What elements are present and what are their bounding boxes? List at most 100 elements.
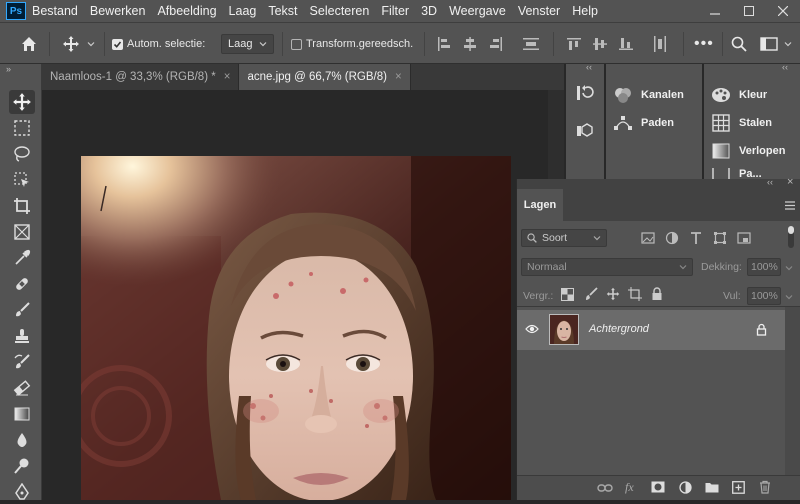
lock-artboard-icon[interactable] [628, 287, 642, 301]
close-icon[interactable]: × [224, 71, 231, 83]
brush-tool-icon[interactable] [9, 298, 35, 322]
distribute-vertical-icon[interactable] [652, 23, 668, 65]
align-vcenter-icon[interactable] [592, 23, 608, 65]
menu-selecteren[interactable]: Selecteren [304, 0, 376, 22]
collapse-icon[interactable]: ‹‹ [782, 62, 788, 72]
adjustment-layer-icon[interactable] [679, 481, 692, 494]
tab-acne-jpg[interactable]: acne.jpg @ 66,7% (RGB/8) × [239, 64, 411, 90]
panel-channels[interactable]: Kanalen [613, 85, 684, 105]
close-icon[interactable]: × [395, 71, 402, 83]
close-icon[interactable]: × [787, 176, 793, 188]
filter-type-icon[interactable] [689, 231, 703, 245]
filter-adjustment-icon[interactable] [665, 231, 679, 245]
link-layers-icon[interactable] [597, 482, 613, 494]
layer-name[interactable]: Achtergrond [589, 323, 649, 335]
workspace-switcher-icon[interactable] [760, 23, 792, 65]
more-options-button[interactable]: ••• [694, 23, 714, 65]
menu-3d[interactable]: 3D [415, 0, 443, 22]
frame-tool-icon[interactable] [9, 220, 35, 244]
delete-layer-icon[interactable] [759, 480, 771, 494]
lock-all-icon[interactable] [651, 287, 663, 301]
align-hcenter-icon[interactable] [462, 23, 478, 65]
layers-scrollbar[interactable] [785, 307, 800, 475]
crop-tool-icon[interactable] [9, 194, 35, 218]
new-group-icon[interactable] [705, 482, 719, 493]
fill-value: 100% [751, 290, 778, 302]
blur-tool-icon[interactable] [9, 428, 35, 452]
pen-tool-icon[interactable] [9, 480, 35, 504]
history-brush-tool-icon[interactable] [9, 350, 35, 374]
fx-icon[interactable]: fx [625, 480, 634, 495]
tab-layers[interactable]: Lagen [517, 189, 563, 221]
home-icon[interactable] [20, 23, 38, 65]
history-icon[interactable] [576, 84, 594, 102]
auto-select-target-dropdown[interactable]: Laag [221, 23, 274, 65]
minimize-icon[interactable] [698, 0, 732, 22]
panel-swatches[interactable]: Stalen [711, 113, 772, 133]
chevron-down-icon [785, 295, 793, 300]
auto-select-checkbox[interactable]: Autom. selectie: [112, 23, 205, 65]
filter-toggle-switch[interactable] [788, 226, 794, 248]
add-mask-icon[interactable] [651, 481, 665, 493]
menu-weergave[interactable]: Weergave [443, 0, 512, 22]
3d-icon[interactable] [576, 122, 594, 140]
lock-position-icon[interactable] [606, 287, 620, 301]
blend-mode-dropdown[interactable]: Normaal [521, 258, 693, 276]
eyedropper-tool-icon[interactable] [9, 246, 35, 270]
lock-pixels-icon[interactable] [584, 287, 598, 301]
document-image[interactable] [81, 156, 511, 500]
align-left-icon[interactable] [436, 23, 452, 65]
menu-filter[interactable]: Filter [375, 0, 415, 22]
layer-row-achtergrond[interactable]: Achtergrond [517, 310, 785, 350]
filter-smart-object-icon[interactable] [737, 231, 751, 245]
panel-channels-label: Kanalen [641, 89, 684, 101]
tab-label: Naamloos-1 @ 33,3% (RGB/8) * [50, 71, 216, 83]
fill-input[interactable]: 100% [747, 287, 781, 305]
panel-color[interactable]: Kleur [711, 85, 767, 105]
filter-shape-icon[interactable] [713, 231, 727, 245]
panel-menu-icon[interactable] [785, 201, 795, 210]
eye-icon[interactable] [525, 324, 539, 334]
panel-gradients[interactable]: Verlopen [711, 141, 785, 161]
clone-stamp-tool-icon[interactable] [9, 324, 35, 348]
align-bottom-icon[interactable] [618, 23, 634, 65]
marquee-tool-icon[interactable] [9, 116, 35, 140]
panel-gradients-label: Verlopen [739, 145, 786, 157]
collapse-icon[interactable]: ‹‹ [767, 177, 773, 187]
gradient-tool-icon[interactable] [9, 402, 35, 426]
menu-bewerken[interactable]: Bewerken [84, 0, 152, 22]
menu-tekst[interactable]: Tekst [262, 0, 303, 22]
canvas-workspace[interactable] [42, 90, 564, 500]
menu-bestand[interactable]: Bestand [26, 0, 84, 22]
panel-paths[interactable]: Paden [613, 113, 674, 133]
layer-kind-filter[interactable]: Soort [521, 229, 607, 247]
healing-brush-tool-icon[interactable] [9, 272, 35, 296]
new-layer-icon[interactable] [732, 481, 745, 494]
align-top-icon[interactable] [566, 23, 582, 65]
opacity-input[interactable]: 100% [747, 258, 781, 276]
menu-afbeelding[interactable]: Afbeelding [151, 0, 222, 22]
eraser-tool-icon[interactable] [9, 376, 35, 400]
menu-venster[interactable]: Venster [512, 0, 566, 22]
move-tool-preset-icon[interactable] [62, 23, 95, 65]
dodge-tool-icon[interactable] [9, 454, 35, 478]
chevron-down-icon [259, 42, 267, 47]
move-tool-icon[interactable] [9, 90, 35, 114]
lock-transparent-icon[interactable] [561, 288, 574, 301]
distribute-icon[interactable] [522, 23, 540, 65]
lasso-tool-icon[interactable] [9, 142, 35, 166]
filter-pixel-icon[interactable] [641, 231, 655, 245]
menu-laag[interactable]: Laag [223, 0, 263, 22]
maximize-icon[interactable] [732, 0, 766, 22]
collapse-icon[interactable]: ‹‹ [586, 62, 592, 72]
menu-help[interactable]: Help [566, 0, 604, 22]
swatches-grid-icon [711, 113, 731, 133]
align-right-icon[interactable] [488, 23, 504, 65]
close-icon[interactable] [766, 0, 800, 22]
search-icon[interactable] [731, 23, 747, 65]
tools-collapse-icon[interactable]: » [6, 64, 11, 74]
tab-naamloos-1[interactable]: Naamloos-1 @ 33,3% (RGB/8) * × [42, 64, 240, 90]
transform-controls-checkbox[interactable]: Transform.gereedsch. [291, 23, 413, 65]
tools-panel: » [0, 64, 42, 500]
object-select-tool-icon[interactable] [9, 168, 35, 192]
